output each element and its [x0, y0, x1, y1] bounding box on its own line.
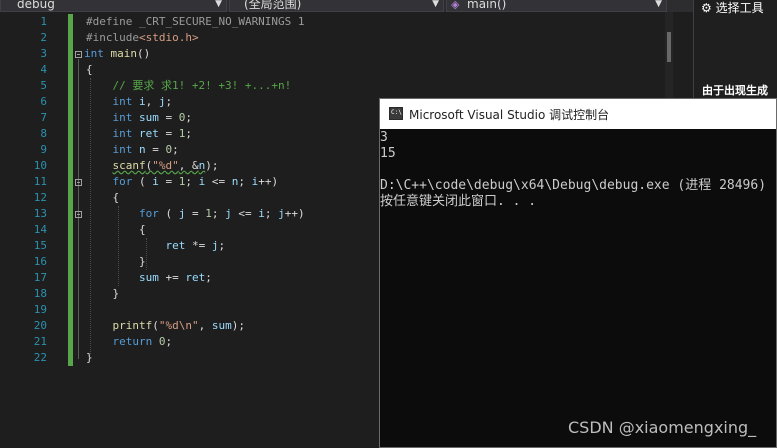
project-dropdown-label: debug [17, 0, 55, 11]
collapse-icon[interactable] [75, 211, 82, 218]
collapse-icon[interactable] [75, 179, 82, 186]
project-dropdown[interactable]: debug ▼ [0, 0, 227, 12]
select-tools-button[interactable]: ⚙ 选择工具 [701, 0, 764, 16]
code-line: } [86, 287, 120, 300]
line-number: 18 [33, 287, 47, 300]
line-number: 14 [33, 223, 47, 236]
watermark: CSDN @xiaomengxing_ [568, 418, 757, 437]
line-number: 20 [33, 319, 47, 332]
line-number: 5 [40, 79, 47, 92]
code-line: for ( i = 1; i <= n; i++) [112, 175, 279, 188]
line-number: 8 [40, 127, 47, 140]
console-output-line: 按任意键关闭此窗口. . . [380, 194, 537, 209]
line-number: 15 [33, 239, 47, 252]
console-title: Microsoft Visual Studio 调试控制台 [409, 108, 610, 122]
code-line: for ( j = 1; j <= i; j++) [138, 207, 305, 220]
code-line: return 0; [112, 335, 173, 348]
code-line: printf("%d\n", sum); [112, 319, 246, 332]
console-output-line: 15 [380, 146, 396, 161]
code-line: { [86, 63, 93, 76]
line-number: 21 [33, 335, 47, 348]
code-line: } [86, 255, 146, 268]
scrollbar-thumb[interactable] [667, 32, 671, 62]
console-icon [389, 107, 403, 120]
code-line: int n = 0; [112, 143, 179, 156]
code-line: int ret = 1; [112, 127, 193, 140]
gear-icon: ⚙ [701, 1, 712, 15]
line-number: 9 [40, 143, 47, 156]
line-number: 17 [33, 271, 47, 284]
member-dropdown[interactable]: ◈ main() ▼ [446, 0, 667, 12]
collapse-icon[interactable] [75, 51, 82, 58]
code-line: { [86, 191, 120, 204]
line-number: 1 [40, 15, 47, 28]
code-line: int sum = 0; [112, 111, 193, 124]
fold-line [78, 59, 79, 359]
console-output-line: D:\C++\code\debug\x64\Debug\debug.exe (进… [380, 178, 767, 193]
line-number: 10 [33, 159, 47, 172]
navigation-bar: debug ▼ (全局范围) ▼ ◈ main() ▼ [0, 0, 693, 12]
line-number: 11 [33, 175, 47, 188]
console-title-bar[interactable]: Microsoft Visual Studio 调试控制台 [380, 99, 776, 129]
code-line: #define _CRT_SECURE_NO_WARNINGS 1 [86, 15, 305, 28]
line-number: 2 [40, 31, 47, 44]
code-line: scanf("%d", &n); [112, 159, 219, 172]
panel-message: 由于出现生成 [702, 84, 768, 97]
line-number: 22 [33, 351, 47, 364]
code-line: } [86, 351, 93, 364]
code-line: int i, j; [112, 95, 173, 108]
line-number: 19 [33, 303, 47, 316]
line-number: 4 [40, 63, 47, 76]
code-line: { [86, 223, 146, 236]
code-line: int main() [84, 47, 151, 60]
line-number: 6 [40, 95, 47, 108]
debug-console-window[interactable]: Microsoft Visual Studio 调试控制台 3 15 D:\C+… [379, 98, 777, 448]
line-number: 7 [40, 111, 47, 124]
line-number-gutter: 1 2 3 4 5 6 7 8 9 10 11 12 13 14 15 16 1… [0, 12, 52, 448]
scope-dropdown[interactable]: (全局范围) ▼ [229, 0, 444, 12]
code-line: sum += ret; [138, 271, 212, 284]
line-number: 3 [40, 47, 47, 60]
change-tracking-bar [68, 14, 73, 366]
scope-dropdown-label: (全局范围) [244, 0, 302, 11]
line-number: 12 [33, 191, 47, 204]
code-line: #include<stdio.h> [86, 31, 199, 44]
line-number: 16 [33, 255, 47, 268]
console-output-line: 3 [380, 130, 388, 145]
code-line: // 要求 求1! +2! +3! +...+n! [112, 79, 292, 92]
code-line: ret *= j; [165, 239, 226, 252]
line-number: 13 [33, 207, 47, 220]
member-dropdown-label: main() [467, 0, 507, 11]
select-tools-label: 选择工具 [715, 1, 764, 15]
